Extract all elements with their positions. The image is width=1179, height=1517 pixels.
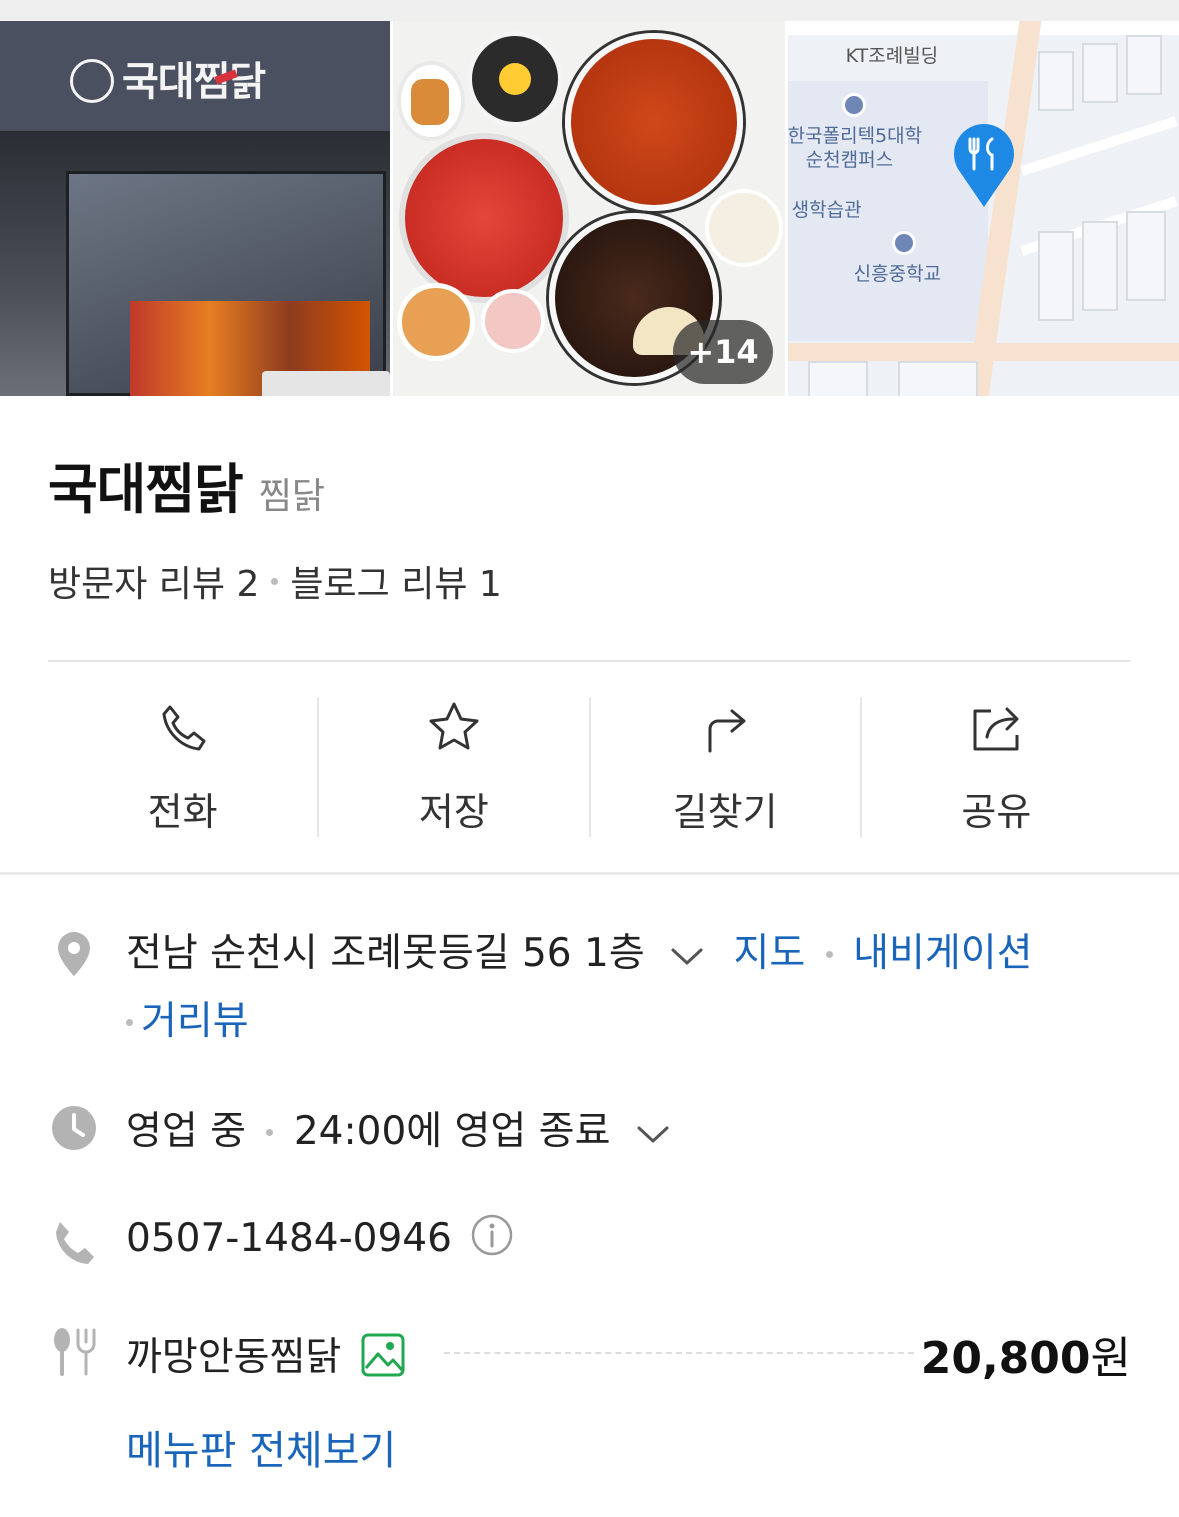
open-status: 영업 중 xyxy=(126,1109,247,1154)
chevron-down-icon[interactable] xyxy=(667,944,707,968)
map-thumbnail[interactable]: KT조례빌딩 한국폴리텍5대학 순천캠퍼스 생학습관 신흥중학교 xyxy=(787,21,1179,396)
map-label-school: 신흥중학교 xyxy=(853,263,942,285)
place-category: 찜닭 xyxy=(258,476,325,517)
map-label-hall: 생학습관 xyxy=(791,199,862,221)
image-icon[interactable] xyxy=(360,1332,406,1378)
spicy-jjimdak-plate xyxy=(565,33,744,211)
separator-dot xyxy=(266,1129,274,1136)
share-icon xyxy=(973,707,1019,751)
review-summary: 방문자 리뷰 2 블로그 리뷰 1 xyxy=(48,555,502,607)
save-button[interactable]: 저장 xyxy=(319,697,591,837)
chicken-logo-icon xyxy=(70,59,114,103)
call-button[interactable]: 전화 xyxy=(48,697,320,837)
school-icon xyxy=(891,231,916,255)
air-conditioner xyxy=(262,371,390,396)
map-block xyxy=(897,361,978,396)
save-label: 저장 xyxy=(418,790,489,834)
separator-dot xyxy=(271,577,279,585)
phone-number[interactable]: 0507-1484-0946 xyxy=(126,1216,452,1261)
red-stew-pot xyxy=(399,133,570,303)
separator-dot xyxy=(126,1019,133,1026)
photo-gallery[interactable]: 국대찜닭 +14 KT조례빌딩 한국폴리텍5대학 순천캠퍼스 생학습관 신흥중학… xyxy=(0,21,1179,396)
phone-line: 0507-1484-0946 xyxy=(126,1213,514,1261)
section-divider xyxy=(0,872,1179,875)
dotted-leader xyxy=(444,1352,914,1354)
map-link[interactable]: 지도 xyxy=(734,931,806,976)
hours-line[interactable]: 영업 중 24:00에 영업 종료 xyxy=(126,1100,673,1156)
closing-time: 24:00에 영업 종료 xyxy=(293,1109,611,1154)
blog-reviews-link[interactable]: 블로그 리뷰 1 xyxy=(290,555,501,607)
call-label: 전화 xyxy=(147,790,218,834)
share-button[interactable]: 공유 xyxy=(862,697,1131,837)
pancake-plate xyxy=(397,283,476,361)
map-label-building: KT조례빌딩 xyxy=(845,45,939,67)
soup-bowl xyxy=(705,189,784,267)
map-block xyxy=(1037,231,1074,321)
food-photo[interactable]: +14 xyxy=(393,21,785,396)
action-bar: 전화 저장 길찾기 공유 xyxy=(48,697,1131,837)
store-signboard: 국대찜닭 xyxy=(0,21,391,131)
store-sign-text: 국대찜닭 xyxy=(122,59,266,105)
map-block xyxy=(1125,35,1162,95)
directions-button[interactable]: 길찾기 xyxy=(591,697,862,837)
street-view-link[interactable]: 거리뷰 xyxy=(141,999,249,1044)
address-text: 전남 순천시 조례못등길 56 1층 xyxy=(126,931,645,976)
divider xyxy=(48,660,1131,662)
chevron-down-icon[interactable] xyxy=(633,1122,673,1146)
place-title-row: 국대찜닭 찜닭 xyxy=(48,445,325,524)
menu-price-unit: 원 xyxy=(1090,1333,1131,1384)
directions-icon xyxy=(708,709,746,753)
menu-item-line[interactable]: 까망안동찜닭 xyxy=(126,1326,406,1382)
place-name: 국대찜닭 xyxy=(48,458,244,521)
top-strip xyxy=(0,0,1179,21)
map-label-campus: 순천캠퍼스 xyxy=(805,149,894,171)
menu-price: 20,800원 xyxy=(921,1322,1131,1386)
university-icon xyxy=(841,93,866,117)
fork-knife-icon xyxy=(54,1328,96,1376)
phone-icon xyxy=(162,705,206,751)
map-block xyxy=(1125,211,1166,301)
directions-label: 길찾기 xyxy=(672,790,778,834)
pickled-radish-plate xyxy=(481,289,546,353)
map-block xyxy=(1081,221,1118,311)
map-main-road xyxy=(787,343,1179,361)
location-pin-icon xyxy=(58,932,90,976)
navigation-link[interactable]: 내비게이션 xyxy=(853,931,1032,976)
more-photos-badge[interactable]: +14 xyxy=(673,320,773,384)
full-menu-link[interactable]: 메뉴판 전체보기 xyxy=(126,1418,396,1476)
info-icon[interactable] xyxy=(470,1213,514,1257)
fried-snack xyxy=(411,79,450,125)
visitor-reviews-link[interactable]: 방문자 리뷰 2 xyxy=(48,555,259,607)
map-block xyxy=(1081,43,1118,103)
map-road xyxy=(787,21,1179,35)
restaurant-pin-icon xyxy=(953,124,1014,207)
address-line-2: 거리뷰 xyxy=(126,990,249,1046)
star-icon xyxy=(429,702,479,750)
menu-price-value: 20,800 xyxy=(920,1333,1091,1384)
store-photo[interactable]: 국대찜닭 xyxy=(0,21,391,396)
map-road xyxy=(1020,116,1178,176)
map-block xyxy=(807,361,868,396)
share-label: 공유 xyxy=(961,790,1032,834)
menu-item-name: 까망안동찜닭 xyxy=(126,1335,342,1380)
map-block xyxy=(1037,51,1074,111)
phone-icon xyxy=(56,1222,94,1264)
clock-icon xyxy=(52,1106,96,1150)
address-line: 전남 순천시 조례못등길 56 1층 지도 내비게이션 xyxy=(126,922,1033,978)
map-label-college: 한국폴리텍5대학 xyxy=(787,125,923,147)
separator-dot xyxy=(825,951,833,958)
